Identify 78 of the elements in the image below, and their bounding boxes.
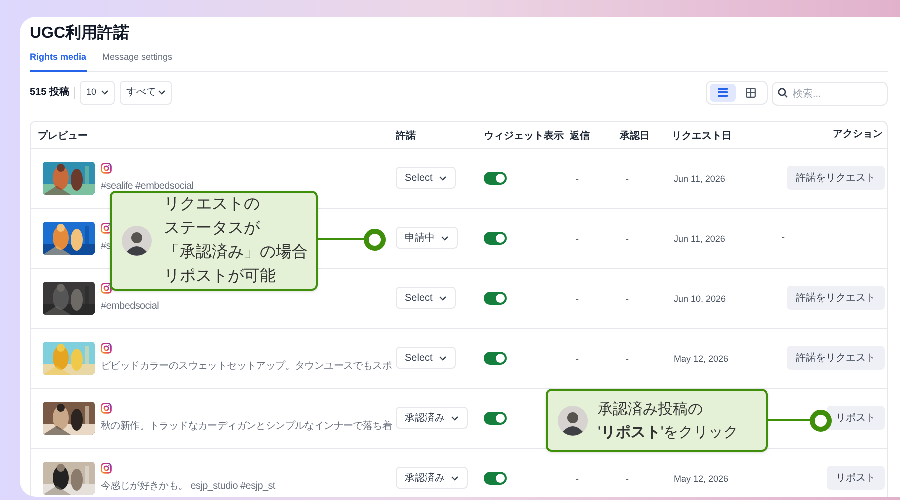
action-button[interactable]: 許諾をリクエスト <box>787 346 885 370</box>
callout-text: 'リポスト'をクリック <box>598 422 739 442</box>
page-size-dropdown[interactable]: 10 <box>80 80 116 104</box>
dash-text: - <box>576 354 579 364</box>
permission-dropdown[interactable]: 申請中 <box>396 227 458 249</box>
permission-dropdown[interactable]: Select <box>396 287 456 309</box>
action-button[interactable]: 許諾をリクエスト <box>787 166 885 190</box>
column-header: 返信 <box>570 130 590 142</box>
column-header: ウィジェット表示 <box>484 130 564 142</box>
camera-icon <box>101 222 112 234</box>
chevron-icon <box>451 416 459 420</box>
dash-text: - <box>576 474 579 484</box>
dash-text: - <box>576 294 579 304</box>
chevron-icon <box>158 90 166 95</box>
date-text: Jun 11, 2026 <box>674 234 726 244</box>
chevron-icon <box>438 356 447 360</box>
action-button[interactable]: リポスト <box>827 406 885 430</box>
chevron-icon <box>438 176 447 180</box>
date-text: May 12, 2026 <box>674 354 729 364</box>
dash-text: - <box>626 474 629 484</box>
filter-dropdown[interactable]: すべて <box>120 80 172 104</box>
camera-icon <box>101 162 112 174</box>
toggle-switch[interactable] <box>484 172 507 184</box>
callout-text: ステータスが <box>164 219 260 239</box>
dash-text: - <box>782 231 785 244</box>
callout-text: 「承認済み」の場合 <box>164 242 308 263</box>
tab[interactable]: Message settings <box>102 51 173 72</box>
camera-icon <box>101 462 112 474</box>
camera-icon <box>101 282 112 294</box>
callout-text: リポストが可能 <box>164 267 276 287</box>
list-icon <box>718 88 728 97</box>
search-field[interactable]: 検索... <box>772 82 888 106</box>
callout-text: 承認済み投稿の <box>598 400 703 420</box>
date-text: Jun 10, 2026 <box>674 294 726 304</box>
camera-icon <box>101 342 112 354</box>
column-header: リクエスト日 <box>672 130 732 142</box>
toggle-switch[interactable] <box>484 412 507 424</box>
column-header: 承認日 <box>620 130 650 142</box>
permission-dropdown[interactable]: Select <box>396 347 456 369</box>
post-caption: #embedsocial <box>101 300 160 314</box>
permission-dropdown[interactable]: 承認済み <box>396 407 468 429</box>
permission-dropdown[interactable]: 承認済み <box>396 467 468 489</box>
dash-text: - <box>626 294 629 304</box>
post-caption: ビビッドカラーのスウェットセットアップ。タウンユースでもスポ <box>101 360 392 374</box>
toggle-switch[interactable] <box>484 472 507 484</box>
tab[interactable]: Rights media <box>30 51 87 72</box>
post-caption: 今感じが好きかも。 esjp_studio #esjp_st <box>101 480 276 494</box>
avatar-icon <box>122 226 152 256</box>
search-icon <box>778 88 788 98</box>
column-header: 許諾 <box>396 130 416 142</box>
camera-icon <box>101 402 112 414</box>
callout-text: リクエストの <box>164 195 260 215</box>
chevron-icon <box>101 90 110 95</box>
chevron-icon <box>441 236 449 240</box>
post-caption: #sealife #embedsocial <box>101 180 194 194</box>
chevron-icon <box>451 476 459 480</box>
permission-dropdown[interactable]: Select <box>396 167 456 189</box>
dash-text: - <box>576 234 579 244</box>
chevron-icon <box>438 296 447 300</box>
action-button[interactable]: リポスト <box>827 466 885 490</box>
date-text: Jun 11, 2026 <box>674 174 726 184</box>
avatar-icon <box>558 406 588 436</box>
dash-text: - <box>626 174 629 184</box>
grid-icon <box>746 88 756 98</box>
toggle-switch[interactable] <box>484 232 507 244</box>
action-button[interactable]: 許諾をリクエスト <box>787 286 885 310</box>
toggle-switch[interactable] <box>484 352 507 364</box>
date-text: May 12, 2026 <box>674 474 729 484</box>
dash-text: - <box>576 174 579 184</box>
column-header: アクション <box>833 128 883 142</box>
dash-text: - <box>626 354 629 364</box>
list-view-button[interactable] <box>710 84 736 102</box>
post-caption: 秋の新作。トラッドなカーディガンとシンプルなインナーで落ち着 <box>101 420 392 434</box>
post-count: 515 投稿 <box>30 86 70 100</box>
page-title: UGC利用許諾 <box>30 23 130 44</box>
toggle-switch[interactable] <box>484 292 507 304</box>
dash-text: - <box>626 234 629 244</box>
column-header: プレビュー <box>38 130 88 142</box>
